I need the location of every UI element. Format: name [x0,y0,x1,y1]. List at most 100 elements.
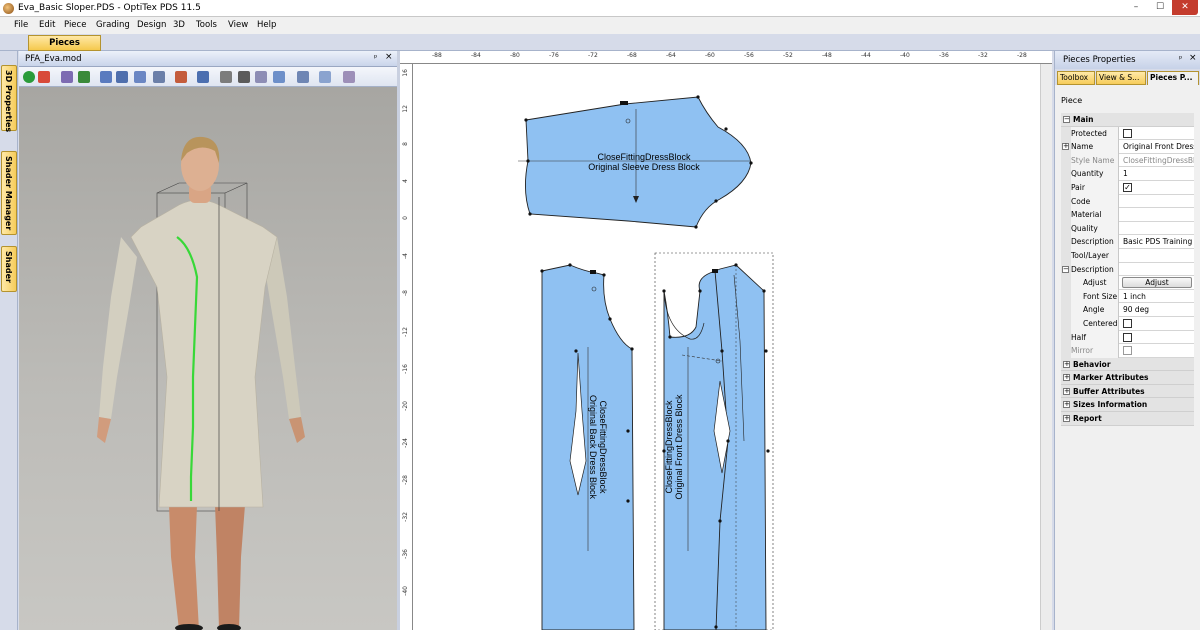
menu-edit[interactable]: Edit [39,20,55,30]
menu-bar: File Edit Piece Grading Design 3D Tools … [0,17,1200,34]
close-button[interactable]: ✕ [1172,0,1198,15]
side-tab-bar: 3D Properties Shader Manager Shader [0,51,18,630]
property-tool-layer: Tool/Layer [1061,248,1194,263]
section-report[interactable]: + Report [1061,412,1194,426]
pin-icon[interactable]: ᵖ [374,53,377,62]
menu-file[interactable]: File [14,20,28,30]
minimize-button[interactable]: – [1124,0,1148,15]
collapse-icon[interactable]: − [1062,265,1069,273]
property-label: Pair [1071,180,1119,195]
section-label: Behavior [1073,359,1111,369]
section-sizes-information[interactable]: + Sizes Information [1061,398,1194,413]
camera-icon[interactable] [220,71,232,83]
side-view-icon[interactable] [116,71,128,83]
refresh-icon[interactable] [23,71,35,83]
quality-field[interactable] [1121,222,1194,236]
property-mirror: Mirror [1061,344,1194,358]
property-label: Material [1071,208,1119,222]
code-field[interactable] [1121,195,1194,209]
simulate-icon[interactable] [78,71,90,83]
render-icon[interactable] [319,71,331,83]
3d-panel-header: PFA_Eva.mod ᵖ × [19,51,397,67]
property-label: Half [1071,330,1119,345]
collapse-icon[interactable]: − [1063,116,1070,123]
tool-layer-field[interactable] [1121,249,1194,263]
menu-help[interactable]: Help [257,20,276,30]
avatar-icon[interactable] [273,71,285,83]
menu-grading[interactable]: Grading [96,20,130,30]
vertical-scrollbar[interactable] [1040,64,1052,630]
property-label: Centered [1071,316,1119,331]
expand-icon[interactable]: + [1063,360,1070,368]
menu-view[interactable]: View [228,20,248,30]
pin-icon[interactable]: ᵖ [1179,54,1182,63]
name-field[interactable]: Original Front Dress [1121,140,1194,154]
expand-icon[interactable]: + [1063,374,1070,382]
section-buffer-attributes[interactable]: + Buffer Attributes [1061,384,1194,399]
side-tab-shader[interactable]: Shader [1,246,17,292]
display-icon[interactable] [297,71,309,83]
protected-checkbox[interactable] [1123,128,1132,138]
section-label: Main [1073,115,1094,124]
side-tab-shader-manager[interactable]: Shader Manager [1,151,17,235]
description-field[interactable]: Basic PDS Training [1121,235,1194,249]
quantity-field[interactable]: 1 [1121,167,1194,181]
tab-view-settings[interactable]: View & S... [1096,71,1146,85]
fit-view-icon[interactable] [134,71,146,83]
centered-checkbox[interactable] [1123,318,1132,328]
3d-viewport[interactable] [19,87,397,630]
lights-icon[interactable] [343,71,355,83]
properties-title: Pieces Properties [1063,55,1136,65]
menu-piece[interactable]: Piece [64,20,86,30]
piece-header-label: Piece [1061,96,1083,105]
expand-icon[interactable]: + [1062,143,1069,151]
description-group-field [1121,263,1194,277]
app-icon [3,3,14,14]
menu-tools[interactable]: Tools [196,20,217,30]
property-centered: Centered [1061,316,1194,331]
section-main[interactable]: − Main [1061,113,1194,127]
text-icon[interactable] [238,71,250,83]
transform-icon[interactable] [255,71,267,83]
back-piece[interactable]: CloseFittingDressBlock Original Back Dre… [540,263,635,630]
property-half: Half [1061,330,1194,345]
maximize-button[interactable]: ☐ [1148,0,1172,15]
angle-field[interactable]: 90 deg [1121,303,1194,317]
piece-description: Original Sleeve Dress Block [588,162,700,172]
pair-checkbox[interactable]: ✓ [1123,182,1132,192]
close-icon[interactable]: × [1189,53,1197,63]
front-view-icon[interactable] [100,71,112,83]
axis-icon[interactable] [197,71,209,83]
half-checkbox[interactable] [1123,332,1132,342]
property-quantity: Quantity 1 [1061,167,1194,181]
expand-icon[interactable]: + [1063,415,1070,423]
save-icon[interactable] [61,71,73,83]
section-behavior[interactable]: + Behavior [1061,357,1194,372]
front-piece[interactable]: CloseFittingDressBlock Original Front Dr… [654,252,774,630]
delete-icon[interactable] [38,71,50,83]
tab-pieces-properties[interactable]: Pieces P... [1147,71,1199,85]
expand-icon[interactable]: + [1063,387,1070,395]
tab-pieces-window[interactable]: Pieces Window [28,35,101,62]
side-tab-label: 3D Properties [4,70,13,133]
property-label: Quantity [1071,167,1119,181]
texture-icon[interactable] [175,71,187,83]
zoom-icon[interactable] [153,71,165,83]
section-label: Buffer Attributes [1073,386,1145,396]
material-field[interactable] [1121,208,1194,222]
pattern-canvas[interactable]: -88 -84 -80 -76 -72 -68 -64 -60 -56 -52 … [400,51,1052,630]
menu-3d[interactable]: 3D [173,20,185,30]
expand-icon[interactable]: + [1063,401,1070,409]
adjust-button[interactable]: Adjust [1122,277,1192,289]
section-marker-attributes[interactable]: + Marker Attributes [1061,371,1194,385]
property-adjust: Adjust Adjust [1061,276,1194,290]
sleeve-piece[interactable]: CloseFittingDressBlock Original Sleeve D… [518,95,753,229]
font-size-field[interactable]: 1 inch [1121,290,1194,304]
properties-tabs: Toolbox View & S... Pieces P... [1055,69,1200,85]
tab-toolbox[interactable]: Toolbox [1057,71,1095,85]
close-icon[interactable]: × [385,52,393,62]
property-label: Description [1071,262,1119,277]
avatar-dress [130,199,278,508]
side-tab-3d-properties[interactable]: 3D Properties [1,65,17,133]
menu-design[interactable]: Design [137,20,166,30]
